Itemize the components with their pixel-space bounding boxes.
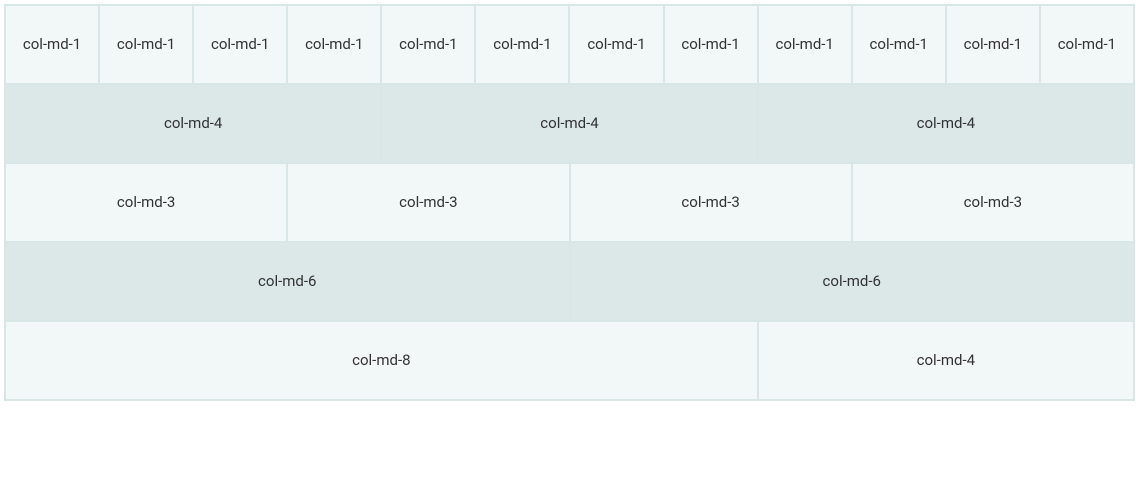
- grid-row: col-md-3 col-md-3 col-md-3 col-md-3: [5, 163, 1134, 242]
- cell-label: col-md-4: [164, 113, 222, 134]
- cell-label: col-md-1: [1058, 34, 1116, 55]
- grid-cell: col-md-3: [852, 163, 1134, 242]
- grid-cell: col-md-6: [5, 242, 570, 321]
- grid-cell: col-md-3: [287, 163, 569, 242]
- grid-cell: col-md-1: [475, 5, 569, 84]
- grid-row: col-md-6 col-md-6: [5, 242, 1134, 321]
- grid-cell: col-md-1: [287, 5, 381, 84]
- cell-label: col-md-1: [399, 34, 457, 55]
- cell-label: col-md-3: [117, 192, 175, 213]
- grid-cell: col-md-4: [758, 321, 1134, 400]
- grid-cell: col-md-4: [381, 84, 757, 163]
- grid-cell: col-md-1: [1040, 5, 1134, 84]
- cell-label: col-md-1: [117, 34, 175, 55]
- grid-cell: col-md-3: [5, 163, 287, 242]
- cell-label: col-md-1: [23, 34, 81, 55]
- cell-label: col-md-6: [258, 271, 316, 292]
- cell-label: col-md-3: [964, 192, 1022, 213]
- grid-cell: col-md-1: [664, 5, 758, 84]
- cell-label: col-md-4: [540, 113, 598, 134]
- grid-cell: col-md-1: [99, 5, 193, 84]
- cell-label: col-md-1: [587, 34, 645, 55]
- grid-cell: col-md-1: [193, 5, 287, 84]
- cell-label: col-md-6: [823, 271, 881, 292]
- grid-cell: col-md-1: [5, 5, 99, 84]
- cell-label: col-md-1: [681, 34, 739, 55]
- grid-cell: col-md-1: [758, 5, 852, 84]
- grid-cell: col-md-1: [946, 5, 1040, 84]
- grid-cell: col-md-1: [381, 5, 475, 84]
- cell-label: col-md-1: [870, 34, 928, 55]
- cell-label: col-md-4: [917, 350, 975, 371]
- cell-label: col-md-3: [681, 192, 739, 213]
- grid-example: col-md-1 col-md-1 col-md-1 col-md-1 col-…: [4, 4, 1135, 401]
- cell-label: col-md-8: [352, 350, 410, 371]
- cell-label: col-md-1: [493, 34, 551, 55]
- grid-cell: col-md-1: [569, 5, 663, 84]
- cell-label: col-md-3: [399, 192, 457, 213]
- grid-cell: col-md-1: [852, 5, 946, 84]
- cell-label: col-md-1: [211, 34, 269, 55]
- grid-cell: col-md-8: [5, 321, 758, 400]
- grid-row: col-md-4 col-md-4 col-md-4: [5, 84, 1134, 163]
- cell-label: col-md-1: [964, 34, 1022, 55]
- grid-cell: col-md-3: [570, 163, 852, 242]
- grid-cell: col-md-4: [758, 84, 1134, 163]
- grid-cell: col-md-4: [5, 84, 381, 163]
- cell-label: col-md-1: [775, 34, 833, 55]
- cell-label: col-md-4: [917, 113, 975, 134]
- grid-row: col-md-8 col-md-4: [5, 321, 1134, 400]
- grid-cell: col-md-6: [570, 242, 1135, 321]
- cell-label: col-md-1: [305, 34, 363, 55]
- grid-row: col-md-1 col-md-1 col-md-1 col-md-1 col-…: [5, 5, 1134, 84]
